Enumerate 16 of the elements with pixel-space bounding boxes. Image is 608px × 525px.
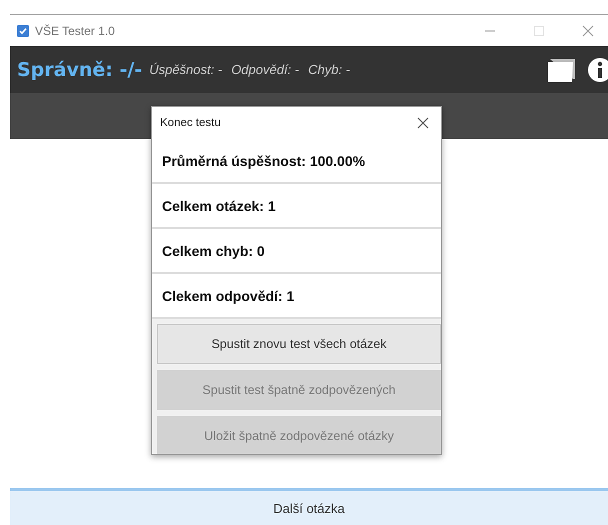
window-title: VŠE Tester 1.0	[35, 24, 115, 38]
stat-label: Průměrná úspěšnost: 100.00%	[162, 152, 366, 168]
folder-icon[interactable]	[547, 56, 577, 82]
stat-label: Odpovědí: -	[231, 62, 300, 77]
checkbox-icon	[17, 24, 29, 36]
stat-label: Chyb: -	[308, 62, 350, 77]
next-question-button[interactable]: Další otázka	[10, 488, 608, 525]
close-icon[interactable]	[417, 117, 429, 129]
dialog-title: Konec testu	[160, 117, 221, 129]
score-label: Správně: -/-	[17, 58, 142, 80]
stat-label: Celkem chyb: 0	[162, 242, 265, 258]
stat-label: Úspěšnost: -	[149, 62, 222, 77]
stat-label: Celkem otázek: 1	[162, 198, 276, 214]
info-icon[interactable]	[588, 58, 608, 82]
stat-label: Clekem odpovědí: 1	[162, 288, 294, 304]
dialog-button[interactable]: Spustit znovu test všech otázek	[157, 324, 441, 364]
